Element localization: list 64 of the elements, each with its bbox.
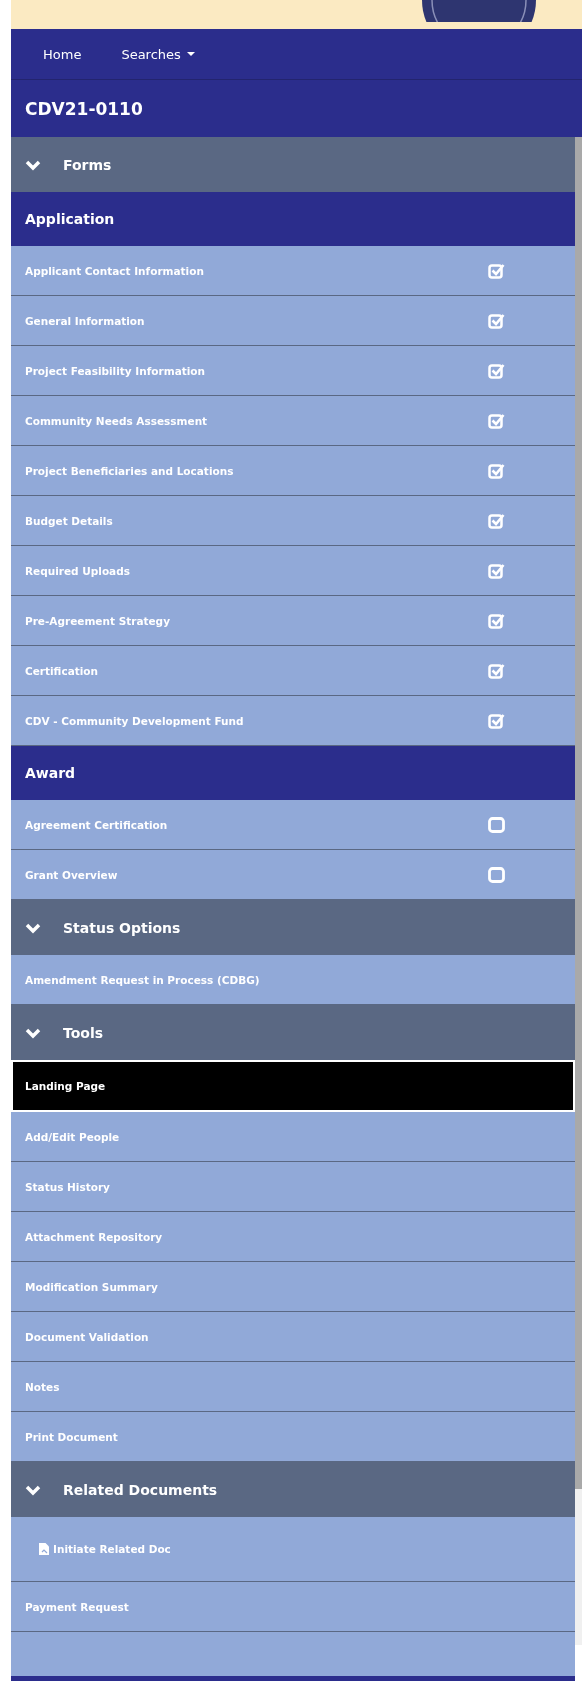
checked-checkbox-icon[interactable] [488, 312, 505, 329]
menu-item[interactable]: Status History [11, 1162, 575, 1212]
section-header[interactable]: Tools [11, 1005, 575, 1060]
menu-item[interactable]: Print Document [11, 1412, 575, 1462]
form-item[interactable]: Agreement Certification [11, 800, 575, 850]
document-title: CDV21-0110 [11, 80, 582, 137]
nav-link[interactable]: Searches [121, 46, 195, 62]
form-label: Project Feasibility Information [25, 364, 206, 377]
form-item[interactable]: Project Feasibility Information [11, 346, 575, 396]
form-item[interactable]: Required Uploads [11, 546, 575, 596]
checkbox-icon[interactable] [488, 816, 505, 833]
document-icon [39, 1543, 49, 1555]
scroll-bar[interactable] [575, 137, 582, 1645]
form-label: Project Beneficiaries and Locations [25, 464, 234, 477]
form-label: Pre-Agreement Strategy [25, 614, 170, 627]
form-item[interactable]: Project Beneficiaries and Locations [11, 446, 575, 496]
checked-checkbox-icon[interactable] [488, 712, 505, 729]
section-title: Status Options [63, 919, 181, 936]
form-label: Community Needs Assessment [25, 414, 208, 427]
section-title: Tools [63, 1024, 104, 1041]
checked-checkbox-icon[interactable] [488, 362, 505, 379]
checked-checkbox-icon[interactable] [488, 462, 505, 479]
checked-checkbox-icon[interactable] [488, 562, 505, 579]
category-heading: Award [11, 746, 575, 800]
section-title: Related Documents [63, 1481, 218, 1498]
form-item[interactable]: General Information [11, 296, 575, 346]
nav-link[interactable]: Home [43, 46, 82, 62]
menu-item[interactable]: Payment Request [11, 1582, 575, 1632]
form-label: Agreement Certification [25, 818, 168, 831]
initiate-link[interactable]: Initiate Related Doc [25, 1543, 171, 1555]
category-heading: Application [11, 192, 575, 246]
menu-item[interactable]: Landing Page [11, 1060, 575, 1112]
form-item[interactable]: Certification [11, 646, 575, 696]
checked-checkbox-icon[interactable] [488, 662, 505, 679]
menu-item[interactable]: Modification Summary [11, 1262, 575, 1312]
menu-item[interactable]: Document Validation [11, 1312, 575, 1362]
section-title: Forms [63, 156, 112, 173]
section-header[interactable]: Status Options [11, 900, 575, 955]
form-item[interactable]: Budget Details [11, 496, 575, 546]
form-item[interactable]: Pre-Agreement Strategy [11, 596, 575, 646]
checked-checkbox-icon[interactable] [488, 512, 505, 529]
checked-checkbox-icon[interactable] [488, 262, 505, 279]
form-item[interactable]: Applicant Contact Information [11, 246, 575, 296]
form-label: Grant Overview [25, 868, 118, 881]
menu-item[interactable]: Add/Edit People [11, 1112, 575, 1162]
caret-icon [186, 51, 195, 57]
form-label: Required Uploads [25, 564, 130, 577]
form-item[interactable]: Community Needs Assessment [11, 396, 575, 446]
checked-checkbox-icon[interactable] [488, 412, 505, 429]
menu-item[interactable]: Attachment Repository [11, 1212, 575, 1262]
checked-checkbox-icon[interactable] [488, 612, 505, 629]
menu-item[interactable]: Notes [11, 1362, 575, 1412]
section-header[interactable]: Related Documents [11, 1462, 575, 1517]
form-label: CDV - Community Development Fund [25, 714, 244, 727]
form-label: General Information [25, 314, 145, 327]
menu-item[interactable]: Amendment Request in Process (CDBG) [11, 955, 575, 1005]
form-item[interactable]: CDV - Community Development Fund [11, 696, 575, 746]
section-header[interactable]: Forms [11, 137, 575, 192]
form-label: Applicant Contact Information [25, 264, 204, 277]
checkbox-icon[interactable] [488, 866, 505, 883]
form-label: Certification [25, 664, 99, 677]
seal-icon [420, 0, 538, 22]
form-item[interactable]: Grant Overview [11, 850, 575, 900]
form-label: Budget Details [25, 514, 113, 527]
